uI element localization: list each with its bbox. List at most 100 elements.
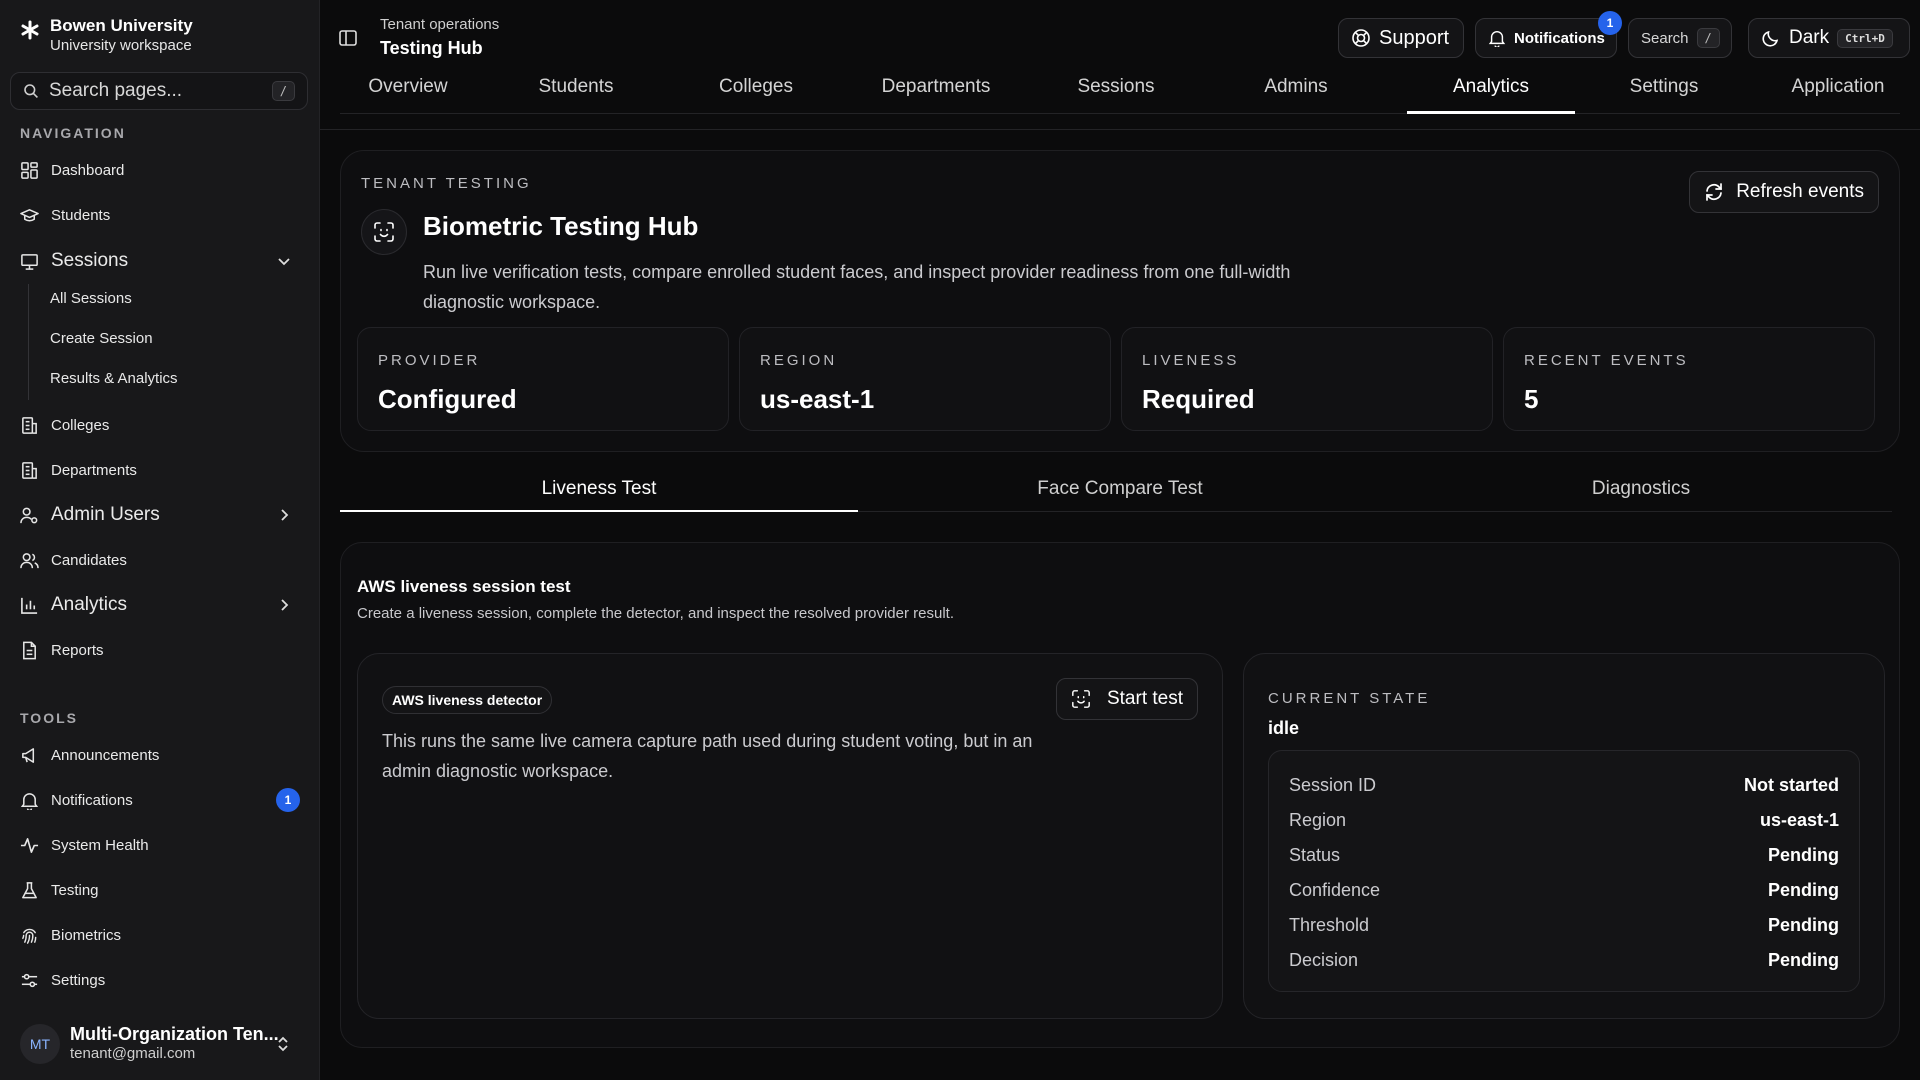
- tab-colleges[interactable]: Colleges: [676, 76, 836, 110]
- stat-value: 5: [1524, 384, 1539, 414]
- sliders-icon: [20, 971, 39, 990]
- sidebar-item-reports[interactable]: Reports: [20, 635, 300, 665]
- detail-key: Confidence: [1289, 879, 1381, 900]
- bell-icon: [1488, 29, 1506, 47]
- tab-sessions[interactable]: Sessions: [1036, 76, 1196, 110]
- stat-value: Configured: [378, 384, 517, 414]
- search-placeholder: Search pages...: [49, 80, 183, 101]
- graduation-cap-icon: [20, 206, 39, 225]
- sidebar: Bowen University University workspace Se…: [0, 0, 320, 1080]
- building-icon: [20, 461, 39, 480]
- start-test-button[interactable]: Start test: [1055, 678, 1198, 720]
- lifebuoy-icon: [1351, 28, 1371, 48]
- stat-card-provider: PROVIDER Configured: [357, 327, 729, 431]
- sidebar-item-announcements[interactable]: Announcements: [20, 740, 300, 770]
- tab-settings[interactable]: Settings: [1576, 76, 1752, 110]
- sidebar-item-departments[interactable]: Departments: [20, 455, 300, 485]
- header-search-button[interactable]: Search /: [1628, 18, 1732, 58]
- sidebar-item-students[interactable]: Students: [20, 200, 300, 230]
- tab-overview[interactable]: Overview: [340, 76, 476, 110]
- brand[interactable]: Bowen University University workspace: [20, 16, 193, 56]
- sidebar-item-colleges[interactable]: Colleges: [20, 410, 300, 440]
- sidebar-item-biometrics[interactable]: Biometrics: [20, 920, 300, 950]
- session-details: Session ID Not started Region us-east-1 …: [1268, 750, 1860, 992]
- support-label: Support: [1379, 26, 1450, 49]
- sidebar-item-dashboard[interactable]: Dashboard: [20, 155, 300, 185]
- sidebar-item-sessions[interactable]: Sessions: [20, 246, 300, 276]
- user-cog-icon: [20, 506, 39, 525]
- file-text-icon: [20, 641, 39, 660]
- subtab-face-compare-test[interactable]: Face Compare Test: [861, 478, 1379, 508]
- brand-subtitle: University workspace: [50, 37, 192, 54]
- detail-key: Threshold: [1289, 914, 1370, 935]
- chevron-right-icon[interactable]: [276, 507, 292, 523]
- tools-label: TOOLS: [20, 710, 78, 726]
- sidebar-item-analytics[interactable]: Analytics: [20, 590, 300, 620]
- panel-description: Create a liveness session, complete the …: [357, 605, 954, 622]
- sidebar-item-admin-users[interactable]: Admin Users: [20, 500, 300, 530]
- tab-application[interactable]: Application: [1752, 76, 1920, 110]
- chevron-down-icon[interactable]: [276, 253, 292, 269]
- sidebar-item-settings[interactable]: Settings: [20, 965, 300, 995]
- detail-row: Threshold Pending: [1289, 913, 1839, 937]
- sidebar-item-label: Admin Users: [51, 504, 160, 525]
- chevrons-up-down-icon: [274, 1035, 292, 1053]
- detail-row: Session ID Not started: [1289, 773, 1839, 797]
- notifications-button[interactable]: Notifications 1: [1475, 11, 1622, 58]
- scan-face-icon: [1071, 689, 1091, 709]
- stat-label: REGION: [760, 352, 838, 369]
- stat-card-region: REGION us-east-1: [739, 327, 1111, 431]
- stat-value: Required: [1142, 384, 1255, 414]
- sidebar-subitem-results-analytics[interactable]: Results & Analytics: [50, 370, 178, 387]
- moon-icon: [1761, 28, 1781, 48]
- detector-pill: AWS liveness detector: [382, 686, 553, 714]
- sidebar-subitem-create-session[interactable]: Create Session: [50, 330, 153, 347]
- theme-toggle-button[interactable]: Dark Ctrl+D: [1748, 18, 1910, 58]
- main-tabs: Overview Students Colleges Departments S…: [340, 76, 1900, 114]
- sidebar-search-input[interactable]: Search pages... /: [10, 72, 308, 110]
- stat-label: LIVENESS: [1142, 352, 1240, 369]
- hub-eyebrow: TENANT TESTING: [361, 175, 532, 192]
- panel-title: AWS liveness session test: [357, 577, 571, 596]
- presentation-icon: [20, 252, 39, 271]
- sidebar-item-candidates[interactable]: Candidates: [20, 545, 300, 575]
- detail-value: Pending: [1768, 879, 1839, 900]
- user-menu[interactable]: MT Multi-Organization Ten... tenant@gmai…: [20, 1024, 300, 1064]
- liveness-panel: AWS liveness session test Create a liven…: [340, 542, 1900, 1048]
- support-button[interactable]: Support: [1338, 18, 1464, 58]
- detail-key: Decision: [1289, 949, 1359, 970]
- sidebar-toggle-icon[interactable]: [338, 28, 358, 48]
- detail-value: Pending: [1768, 844, 1839, 865]
- asterisk-icon: [20, 20, 40, 40]
- tab-departments[interactable]: Departments: [856, 76, 1016, 110]
- sidebar-item-label: Students: [51, 206, 111, 224]
- detail-value: Pending: [1768, 914, 1839, 935]
- subtab-liveness-test[interactable]: Liveness Test: [340, 478, 858, 512]
- tab-analytics[interactable]: Analytics: [1407, 76, 1575, 114]
- refresh-events-button[interactable]: Refresh events: [1689, 171, 1879, 213]
- sidebar-item-label: Dashboard: [51, 161, 125, 179]
- refresh-label: Refresh events: [1736, 181, 1864, 202]
- tab-students[interactable]: Students: [496, 76, 656, 110]
- tab-admins[interactable]: Admins: [1216, 76, 1376, 110]
- testing-hub-card: TENANT TESTING Biometric Testing Hub Run…: [340, 150, 1900, 452]
- sidebar-item-notifications[interactable]: Notifications 1: [20, 785, 300, 815]
- current-state-card: CURRENT STATE idle Session ID Not starte…: [1243, 653, 1885, 1019]
- subtab-diagnostics[interactable]: Diagnostics: [1382, 478, 1900, 508]
- chevron-right-icon[interactable]: [276, 597, 292, 613]
- bar-chart-icon: [20, 596, 39, 615]
- bell-icon: [20, 791, 39, 810]
- sidebar-item-testing[interactable]: Testing: [20, 875, 300, 905]
- sidebar-subitem-all-sessions[interactable]: All Sessions: [50, 290, 132, 307]
- flask-icon: [20, 881, 39, 900]
- detail-row: Status Pending: [1289, 843, 1839, 867]
- start-test-label: Start test: [1106, 688, 1183, 709]
- sidebar-item-label: Sessions: [51, 250, 129, 271]
- theme-label: Dark: [1789, 27, 1830, 48]
- user-email: tenant@gmail.com: [70, 1045, 196, 1062]
- hub-title: Biometric Testing Hub: [423, 211, 699, 241]
- stat-label: PROVIDER: [378, 352, 481, 369]
- sidebar-item-system-health[interactable]: System Health: [20, 830, 300, 860]
- search-icon: [23, 83, 39, 99]
- breadcrumb-parent[interactable]: Tenant operations: [380, 16, 499, 33]
